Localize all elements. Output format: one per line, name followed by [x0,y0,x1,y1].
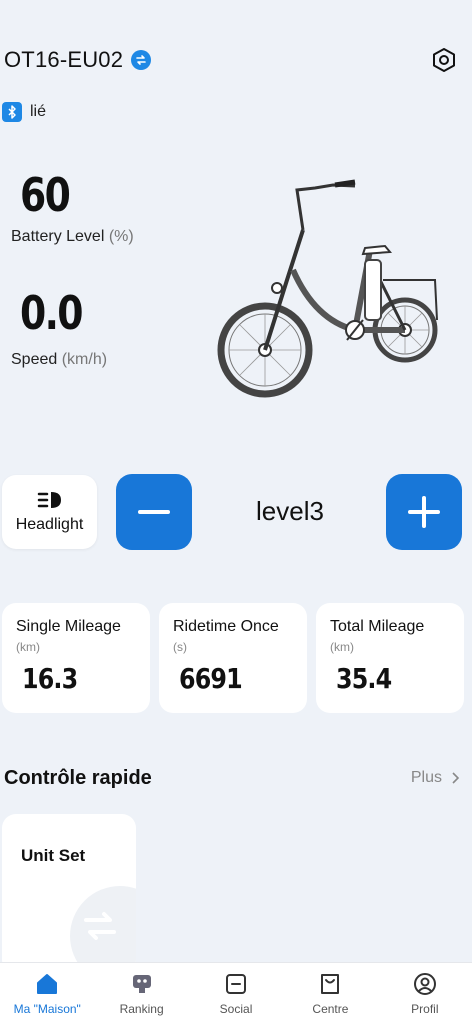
nav-label: Social [219,1002,253,1016]
speed-value: 0.0 [20,286,84,340]
nav-social[interactable]: Social [189,963,283,1024]
headlight-icon [37,492,61,508]
battery-label-text: Battery Level [11,228,105,245]
bottom-nav: Ma "Maison" Ranking Social Centre Profil [0,962,472,1024]
speed-label: Speed (km/h) [11,351,107,369]
device-name[interactable]: OT16-EU02 [4,47,123,73]
nav-label: Ranking [119,1002,164,1016]
chat-icon [226,974,247,994]
metric-value: 16.3 [22,662,78,695]
settings-icon[interactable] [428,44,460,76]
headlight-label: Headlight [15,516,84,533]
nav-home[interactable]: Ma "Maison" [0,963,94,1024]
metric-single-mileage: Single Mileage (km) 16.3 [2,603,150,713]
nav-centre[interactable]: Centre [283,963,377,1024]
metric-title: Total Mileage [330,618,425,635]
level-increase-button[interactable] [386,474,462,550]
metric-title: Single Mileage [16,618,121,635]
assist-level: level3 [256,496,324,526]
metric-value: 35.4 [336,662,392,695]
plus-icon [408,496,440,528]
nav-profil[interactable]: Profil [378,963,472,1024]
more-label: Plus [410,769,442,786]
metric-value: 6691 [179,662,243,695]
header: OT16-EU02 [4,40,464,80]
battery-unit: (%) [108,228,134,245]
unit-set-card[interactable]: Unit Set [2,814,136,974]
bluetooth-icon [2,102,22,122]
bike-image [217,179,438,398]
metric-unit: (s) [173,640,187,654]
metric-unit: (km) [330,640,354,654]
section-title: Contrôle rapide [4,767,152,789]
metric-ridetime-once: Ridetime Once (s) 6691 [159,603,307,713]
shop-bag-icon [321,974,340,994]
battery-value: 60 [20,168,71,222]
swap-icon [70,886,136,974]
speed-unit: (km/h) [61,351,108,368]
speed-label-text: Speed [11,351,58,368]
switch-device-icon[interactable] [131,50,152,70]
unit-set-title: Unit Set [21,846,86,865]
user-icon [413,973,436,995]
nav-ranking[interactable]: Ranking [94,963,188,1024]
level-decrease-button[interactable] [116,474,192,550]
nav-label: Centre [312,1002,349,1016]
home-icon [37,974,58,994]
more-link[interactable]: Plus [411,769,462,787]
battery-label: Battery Level (%) [11,228,134,246]
bluetooth-label: lié [30,103,47,120]
robot-icon [132,975,151,993]
metric-total-mileage: Total Mileage (km) 35.4 [316,603,464,713]
metric-unit: (km) [16,640,40,654]
nav-label: Profil [411,1002,439,1016]
minus-icon [138,510,170,514]
bluetooth-status: lié [2,102,46,122]
headlight-button[interactable]: Headlight [2,475,97,549]
metric-title: Ridetime Once [173,618,279,635]
chevron-right-icon [452,772,460,784]
nav-label: Ma "Maison" [13,1002,81,1016]
